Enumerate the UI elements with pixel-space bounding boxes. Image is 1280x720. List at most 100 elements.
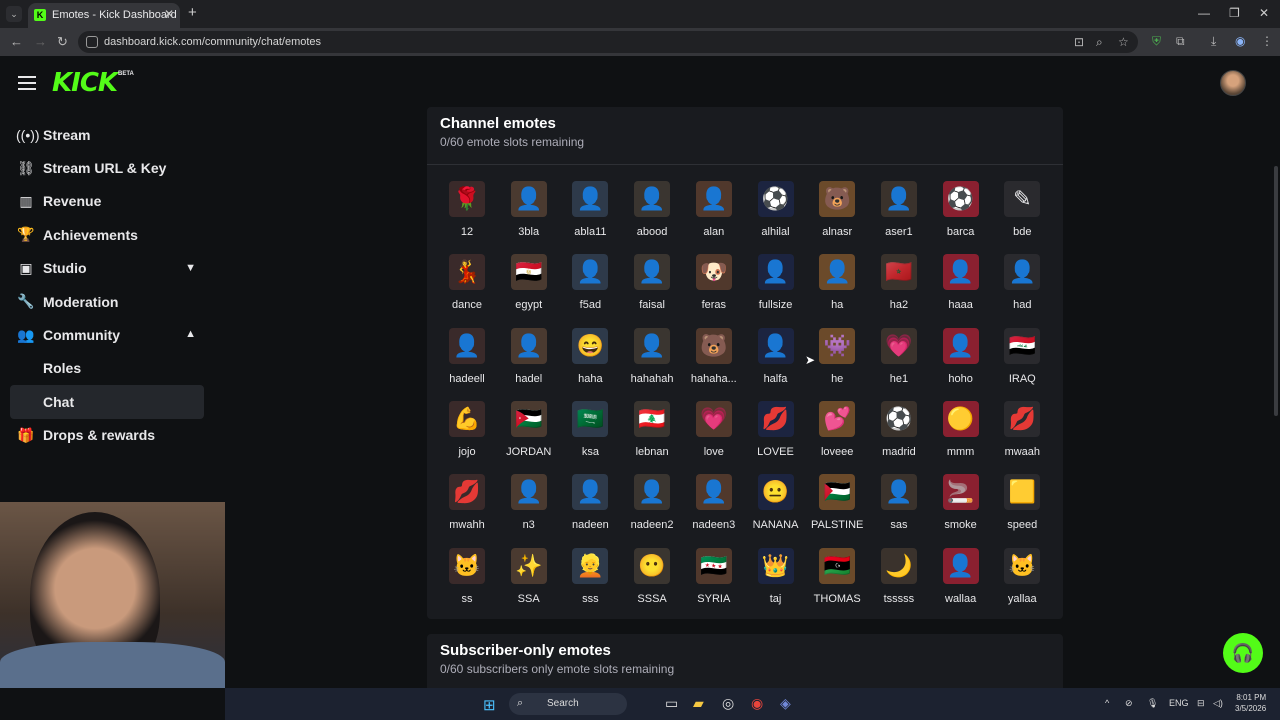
emote-item[interactable]: ⚽ madrid (865, 399, 927, 459)
kick-logo[interactable]: KICK (52, 68, 118, 98)
obs-icon[interactable]: ◎ (722, 695, 734, 712)
emote-item[interactable]: 🇵🇸 PALSTINE (803, 472, 865, 532)
download-icon[interactable]: ⤓ (1211, 34, 1216, 49)
emote-item[interactable]: 👤 f5ad (556, 252, 618, 312)
emote-item[interactable]: 👤 3bla (495, 179, 557, 239)
sidebar-item-moderation[interactable]: 🔧 Moderation (10, 285, 204, 318)
chrome-icon[interactable]: ◉ (751, 695, 763, 712)
shield-extension-icon[interactable]: ⛨ (1152, 34, 1161, 49)
emote-item[interactable]: ✎ bde (988, 179, 1050, 239)
microphone-icon[interactable]: 🎙 (1147, 698, 1158, 709)
url-input[interactable]: dashboard.kick.com/community/chat/emotes… (78, 31, 1138, 53)
site-info-icon[interactable] (86, 36, 98, 48)
emote-item[interactable]: 👤 abla11 (556, 179, 618, 239)
emote-item[interactable]: 🇸🇦 ksa (556, 399, 618, 459)
browser-tab[interactable]: K Emotes - Kick Dashboard ✕ (28, 3, 180, 28)
sidebar-item-roles[interactable]: Roles (10, 352, 204, 385)
emote-item[interactable]: 👤 hahahah (618, 326, 680, 386)
sidebar-item-achievements[interactable]: 🏆 Achievements (10, 218, 204, 251)
emote-item[interactable]: 🚬 smoke (927, 472, 989, 532)
file-explorer-icon[interactable]: ▰ (693, 695, 704, 712)
scrollbar[interactable] (1274, 166, 1278, 416)
emote-item[interactable]: 👤 had (988, 252, 1050, 312)
user-avatar[interactable] (1220, 70, 1246, 96)
emote-item[interactable]: 👱 sss (556, 546, 618, 606)
minimize-icon[interactable]: — (1198, 6, 1210, 20)
reload-icon[interactable]: ↻ (57, 34, 68, 50)
taskbar-search[interactable]: ⌕ Search (509, 693, 627, 715)
language-indicator[interactable]: ENG (1169, 698, 1189, 708)
sidebar-item-studio[interactable]: ▣ Studio ▼ (10, 252, 204, 285)
emote-item[interactable]: 👤 halfa (742, 326, 804, 386)
emote-item[interactable]: ✨ SSA (495, 546, 557, 606)
emote-item[interactable]: 💗 love (680, 399, 742, 459)
emote-item[interactable]: 🌙 tsssss (865, 546, 927, 606)
close-window-icon[interactable]: ✕ (1259, 6, 1269, 20)
emote-item[interactable]: 😐 NANANA (742, 472, 804, 532)
emote-item[interactable]: 💃 dance (433, 252, 495, 312)
emote-item[interactable]: 👑 taj (742, 546, 804, 606)
zoom-icon[interactable]: ⌕ (1096, 35, 1103, 50)
emote-item[interactable]: 👤 hadel (495, 326, 557, 386)
emote-item[interactable]: 🐶 feras (680, 252, 742, 312)
extensions-icon[interactable]: ⧉ (1176, 34, 1185, 49)
emote-item[interactable]: 👤 hadeell (433, 326, 495, 386)
emote-item[interactable]: 🐱 yallaa (988, 546, 1050, 606)
emote-item[interactable]: 👤 nadeen2 (618, 472, 680, 532)
emote-item[interactable]: 👤 sas (865, 472, 927, 532)
emote-item[interactable]: 🟡 mmm (927, 399, 989, 459)
emote-item[interactable]: 💋 mwaah (988, 399, 1050, 459)
sidebar-item-drops-rewards[interactable]: 🎁 Drops & rewards (10, 419, 204, 452)
new-tab-icon[interactable]: + (188, 4, 197, 21)
emote-item[interactable]: 🇯🇴 JORDAN (495, 399, 557, 459)
tray-chevron-icon[interactable]: ^ (1105, 698, 1109, 708)
emote-item[interactable]: 👤 n3 (495, 472, 557, 532)
emote-item[interactable]: 💋 LOVEE (742, 399, 804, 459)
emote-item[interactable]: 🇸🇾 SYRIA (680, 546, 742, 606)
emote-item[interactable]: 👤 haaa (927, 252, 989, 312)
close-tab-icon[interactable]: ✕ (164, 7, 174, 21)
tab-search-icon[interactable]: ⌄ (6, 6, 22, 22)
system-clock[interactable]: 8:01 PM 3/5/2026 (1235, 692, 1266, 714)
windows-start-icon[interactable]: ⊞ (483, 696, 496, 714)
emote-item[interactable]: 🟨 speed (988, 472, 1050, 532)
tray-app-icon[interactable]: ⊘ (1125, 698, 1133, 709)
bookmark-star-icon[interactable]: ☆ (1118, 35, 1129, 49)
sidebar-item-chat[interactable]: Chat (10, 385, 204, 419)
emote-item[interactable]: 🐻 hahaha... (680, 326, 742, 386)
profile-icon[interactable]: ◉ (1235, 34, 1245, 48)
emote-item[interactable]: 💋 mwahh (433, 472, 495, 532)
sidebar-item-stream[interactable]: ((•)) Stream (10, 118, 204, 151)
back-icon[interactable]: ← (10, 34, 23, 49)
emote-item[interactable]: 👤 fullsize (742, 252, 804, 312)
emote-item[interactable]: 👤 nadeen3 (680, 472, 742, 532)
volume-icon[interactable]: ◁) (1213, 698, 1223, 709)
sidebar-item-community[interactable]: 👥 Community ▲ (10, 318, 204, 351)
emote-item[interactable]: 👤 aser1 (865, 179, 927, 239)
emote-item[interactable]: 😶 SSSA (618, 546, 680, 606)
emote-item[interactable]: 💪 jojo (433, 399, 495, 459)
emote-item[interactable]: 💕 loveee (803, 399, 865, 459)
emote-item[interactable]: ⚽ alhilal (742, 179, 804, 239)
emote-item[interactable]: 👤 nadeen (556, 472, 618, 532)
emote-item[interactable]: 😄 haha (556, 326, 618, 386)
emote-item[interactable]: 👤 wallaa (927, 546, 989, 606)
emote-item[interactable]: 🇮🇶 IRAQ (988, 326, 1050, 386)
emote-item[interactable]: 💗 he1 (865, 326, 927, 386)
emote-item[interactable]: 🇲🇦 ha2 (865, 252, 927, 312)
emote-item[interactable]: 👤 faisal (618, 252, 680, 312)
emote-item[interactable]: 👤 ha (803, 252, 865, 312)
task-view-icon[interactable]: ▭ (665, 695, 678, 712)
emote-item[interactable]: 🇱🇾 THOMAS (803, 546, 865, 606)
sidebar-item-revenue[interactable]: ▥ Revenue (10, 185, 204, 218)
emote-item[interactable]: 👤 alan (680, 179, 742, 239)
hamburger-menu-icon[interactable] (18, 76, 36, 90)
emote-item[interactable]: 🌹 12 (433, 179, 495, 239)
sidebar-item-stream-url-key[interactable]: ⛓ Stream URL & Key (10, 151, 204, 184)
menu-kebab-icon[interactable]: ⋮ (1261, 34, 1273, 48)
emote-item[interactable]: 🇱🇧 lebnan (618, 399, 680, 459)
emote-item[interactable]: 👤 hoho (927, 326, 989, 386)
emote-item[interactable]: ⚽ barca (927, 179, 989, 239)
network-icon[interactable]: ⊟ (1197, 698, 1205, 709)
emote-item[interactable]: 🐱 ss (433, 546, 495, 606)
